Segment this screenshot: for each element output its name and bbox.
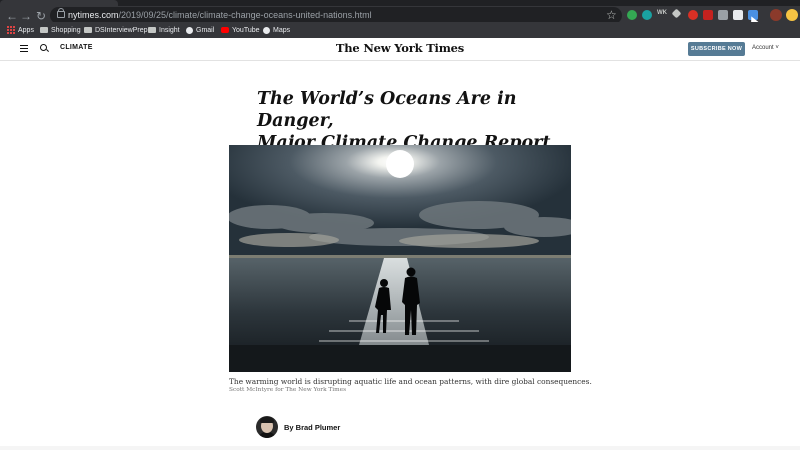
sun [386, 150, 414, 178]
bookmark-insight[interactable]: Insight [148, 25, 180, 35]
bookmark-apps[interactable]: Apps [7, 25, 34, 35]
beach [229, 345, 571, 372]
active-tab[interactable] [0, 0, 118, 6]
green-extension-icon[interactable] [627, 10, 637, 20]
bookmark-dsinterviewprep[interactable]: DSInterviewPrep [84, 25, 148, 35]
red-extension-icon[interactable] [688, 10, 698, 20]
bookmark-shopping[interactable]: Shopping [40, 25, 81, 35]
account-menu[interactable]: Account ˅ [752, 45, 779, 51]
tab-strip [0, 0, 800, 6]
bookmark-dsinterviewprep-label: DSInterviewPrep [95, 26, 148, 34]
forward-arrow-icon[interactable]: → [19, 9, 33, 23]
hero-image [229, 145, 571, 372]
headline-line-1: The World’s Oceans Are in Danger, [257, 89, 517, 131]
bookmarks-bar: Apps Shopping DSInterviewPrep Insight Gm… [0, 22, 800, 38]
wk-extension-icon[interactable]: WK [657, 10, 667, 16]
youtube-icon [221, 27, 229, 33]
site-header: CLIMATE The New York Times SUBSCRIBE NOW… [0, 38, 800, 61]
reload-icon[interactable]: ↻ [34, 9, 48, 23]
byline-prefix: By [284, 423, 296, 432]
url-host: nytimes.com [68, 10, 119, 20]
nyt-logo[interactable]: The New York Times [0, 41, 800, 55]
lock-icon [57, 8, 65, 18]
bookmark-apps-label: Apps [18, 26, 34, 34]
smiley-extension-icon[interactable] [786, 9, 798, 21]
bookmark-insight-label: Insight [159, 26, 180, 34]
profile-avatar[interactable] [770, 9, 782, 21]
bookmark-shopping-label: Shopping [51, 26, 81, 34]
author-link[interactable]: Brad Plumer [296, 423, 341, 432]
bookmark-maps[interactable]: Maps [263, 25, 290, 35]
apps-grid-icon [7, 26, 15, 34]
bookmark-maps-label: Maps [273, 26, 291, 34]
bookmark-youtube-label: YouTube [232, 26, 260, 34]
author-avatar[interactable] [256, 416, 278, 438]
bookmark-gmail[interactable]: Gmail [186, 25, 214, 35]
byline: By Brad Plumer [284, 423, 340, 432]
teal-extension-icon[interactable] [642, 10, 652, 20]
globe-icon [263, 26, 270, 34]
url-path: /2019/09/25/climate/climate-change-ocean… [118, 10, 372, 20]
pocket-extension-icon[interactable] [733, 10, 743, 20]
page-bottom-strip [0, 446, 800, 450]
back-arrow-icon[interactable]: ← [5, 9, 19, 23]
folder-icon [84, 27, 92, 33]
bookmark-gmail-label: Gmail [196, 26, 215, 34]
tag-extension-icon[interactable] [671, 8, 682, 19]
bookmark-youtube[interactable]: YouTube [221, 25, 260, 35]
bookmark-star-icon[interactable]: ☆ [606, 7, 617, 23]
photo-credit: Scott McIntyre for The New York Times [229, 387, 347, 393]
horizon [229, 255, 571, 258]
image-caption: The warming world is disrupting aquatic … [229, 377, 592, 386]
folder-icon [40, 27, 48, 33]
url-text[interactable]: nytimes.com/2019/09/25/climate/climate-c… [68, 9, 372, 22]
abp-extension-icon[interactable] [703, 10, 713, 20]
gray-extension-icon[interactable] [718, 10, 728, 20]
folder-icon [148, 27, 156, 33]
globe-icon [186, 26, 193, 34]
subscribe-button[interactable]: SUBSCRIBE NOW [688, 42, 745, 56]
ocean-sunset-photo [229, 145, 571, 372]
